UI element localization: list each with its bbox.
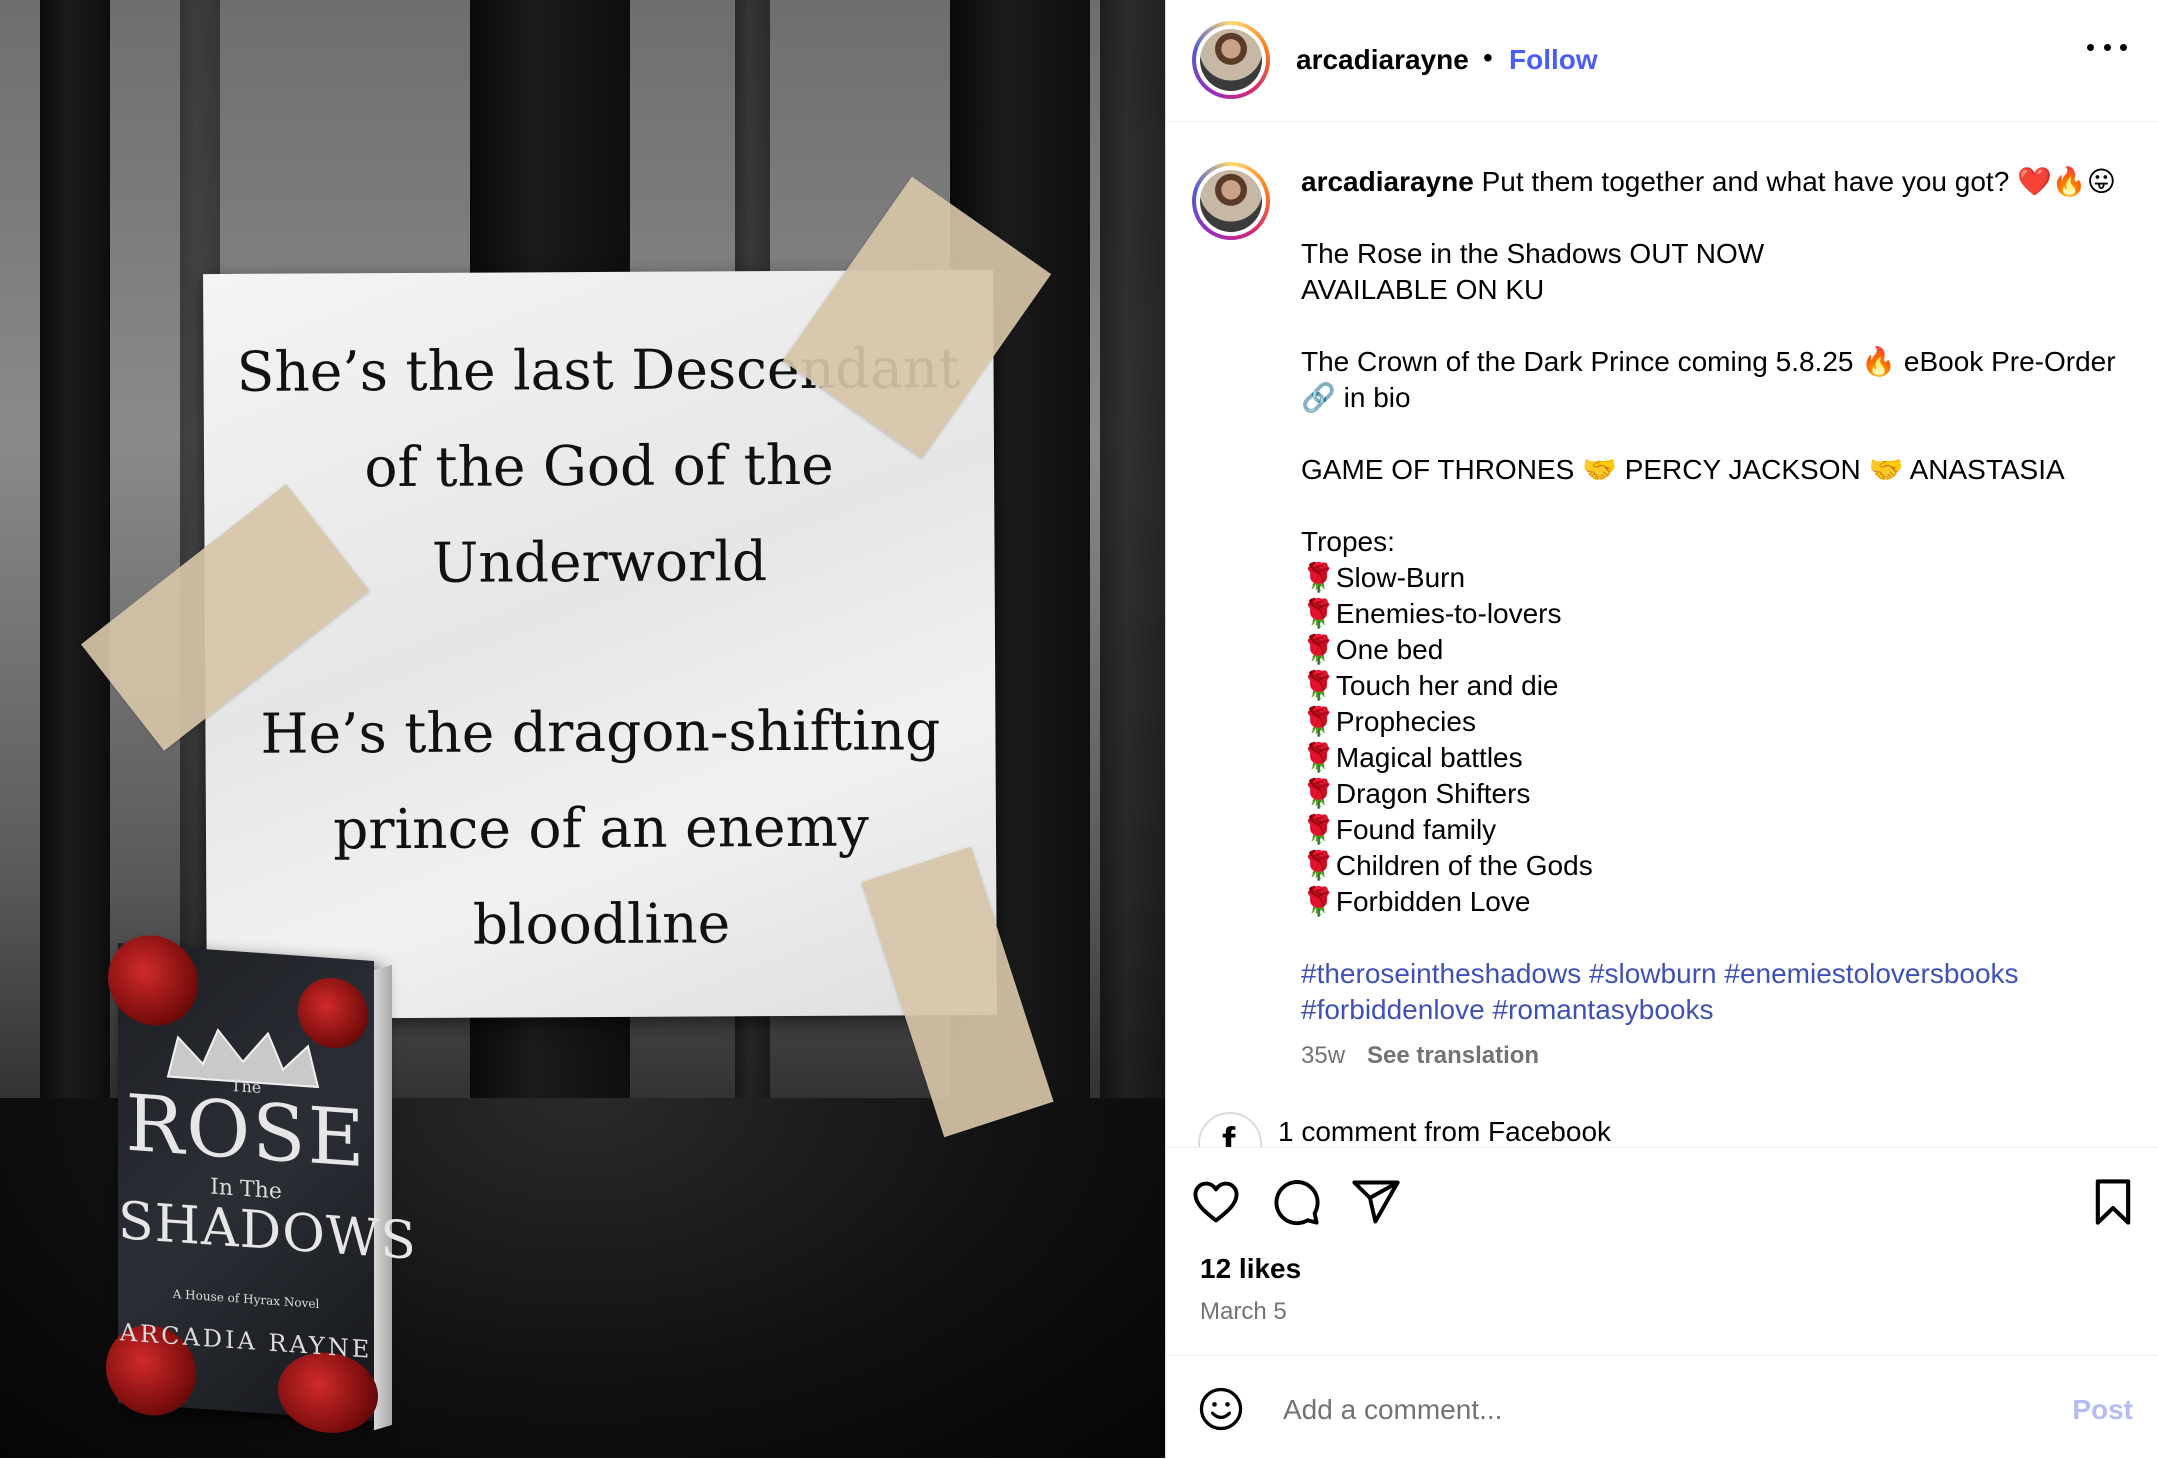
- facebook-comment-text[interactable]: 1 comment from Facebook: [1278, 1116, 1611, 1147]
- emoji-icon[interactable]: [1198, 1386, 1244, 1432]
- trope-item: 🌹Children of the Gods: [1301, 848, 2131, 884]
- rose-icon: 🌹: [1301, 634, 1336, 665]
- tropes-list: 🌹Slow-Burn 🌹Enemies-to-lovers 🌹One bed 🌹Tou…: [1301, 560, 2131, 920]
- follow-button[interactable]: Follow: [1509, 44, 1598, 76]
- trope-label: Touch her and die: [1335, 670, 1559, 701]
- header-username[interactable]: arcadiarayne: [1296, 44, 1469, 76]
- bookmark-icon[interactable]: [2087, 1176, 2139, 1228]
- trope-item: 🌹Magical battles: [1301, 740, 2131, 776]
- trope-item: 🌹Found family: [1301, 812, 2131, 848]
- caption-meta: 35w See translation: [1301, 1038, 2131, 1074]
- trope-item: 🌹One bed: [1301, 632, 2131, 668]
- tropes-label: Tropes:: [1301, 526, 1395, 557]
- rose-icon: 🌹: [1301, 706, 1336, 737]
- rose-icon: 🌹: [1301, 742, 1336, 773]
- book-cover: The ROSE In The SHADOWS A House of Hyrax…: [106, 932, 417, 1437]
- tree-trunk: [40, 0, 110, 1200]
- share-icon[interactable]: [1350, 1176, 1402, 1228]
- caption-first-line: Put them together and what have you got?…: [1481, 166, 2116, 197]
- rose-icon: 🌹: [1301, 562, 1336, 593]
- comment-icon[interactable]: [1270, 1176, 1322, 1228]
- post-header: arcadiarayne • Follow: [1166, 0, 2158, 122]
- trope-item: 🌹Dragon Shifters: [1301, 776, 2131, 812]
- likes-count[interactable]: 12 likes: [1200, 1253, 1301, 1285]
- trope-label: Enemies-to-lovers: [1335, 598, 1562, 629]
- avatar[interactable]: [1192, 21, 1270, 99]
- trope-label: Dragon Shifters: [1335, 778, 1531, 809]
- facebook-comment-row[interactable]: 1 comment from Facebook: [1198, 1112, 1998, 1147]
- header-separator: •: [1483, 42, 1493, 73]
- post-actions: [1166, 1147, 2158, 1258]
- avatar-photo: [1200, 29, 1262, 91]
- avatar-photo: [1200, 170, 1262, 232]
- rose-icon: 🌹: [1301, 814, 1336, 845]
- rose-icon: 🌹: [1301, 670, 1336, 701]
- book-pages: [374, 964, 392, 1431]
- caption-release-line: AVAILABLE ON KU: [1301, 274, 1545, 305]
- caption-comparison-line: GAME OF THRONES 🤝 PERCY JACKSON 🤝 ANASTA…: [1301, 454, 2065, 485]
- hashtags[interactable]: #theroseintheshadows #slowburn #enemiest…: [1301, 956, 2131, 1028]
- heart-icon[interactable]: [1190, 1176, 1242, 1228]
- more-options-icon[interactable]: [2087, 44, 2127, 56]
- caption-preorder-line: The Crown of the Dark Prince coming 5.8.…: [1301, 346, 2116, 413]
- book-subtitle: A House of Hyrax Novel: [172, 1286, 320, 1312]
- trope-item: 🌹Prophecies: [1301, 704, 2131, 740]
- trope-item: 🌹Touch her and die: [1301, 668, 2131, 704]
- caption-scroll-area[interactable]: arcadiarayne Put them together and what …: [1166, 122, 2158, 1147]
- avatar-border: [1196, 166, 1266, 236]
- post-caption: arcadiarayne Put them together and what …: [1301, 164, 2131, 1074]
- rose-icon: 🌹: [1301, 598, 1336, 629]
- rose-decoration: [108, 932, 198, 1029]
- comment-bar: Post: [1166, 1355, 2158, 1459]
- caption-username[interactable]: arcadiarayne: [1301, 166, 1474, 197]
- post-age: 35w: [1301, 1042, 1346, 1069]
- rose-icon: 🌹: [1301, 778, 1336, 809]
- trope-label: One bed: [1335, 634, 1444, 665]
- trope-label: Slow-Burn: [1335, 562, 1466, 593]
- rose-icon: 🌹: [1301, 886, 1336, 917]
- trope-item: 🌹Slow-Burn: [1301, 560, 2131, 596]
- trope-item: 🌹Forbidden Love: [1301, 884, 2131, 920]
- trope-label: Children of the Gods: [1335, 850, 1593, 881]
- trope-label: Prophecies: [1335, 706, 1476, 737]
- comment-input[interactable]: [1281, 1386, 1985, 1434]
- post-image[interactable]: She’s the last Descendant of the God of …: [0, 0, 1165, 1458]
- post-comment-button[interactable]: Post: [2072, 1394, 2133, 1426]
- facebook-icon: [1198, 1112, 1262, 1147]
- rose-icon: 🌹: [1301, 850, 1336, 881]
- avatar-border: [1196, 25, 1266, 95]
- post-side-panel: arcadiarayne • Follow arcadiarayne Put t…: [1165, 0, 2158, 1458]
- caption-release-line: The Rose in the Shadows OUT NOW: [1301, 238, 1765, 269]
- caption-avatar[interactable]: [1192, 162, 1270, 240]
- trope-label: Forbidden Love: [1335, 886, 1531, 917]
- trope-label: Found family: [1335, 814, 1497, 845]
- trope-item: 🌹Enemies-to-lovers: [1301, 596, 2131, 632]
- trope-label: Magical battles: [1335, 742, 1523, 773]
- post-date[interactable]: March 5: [1200, 1298, 1287, 1326]
- see-translation-link[interactable]: See translation: [1367, 1042, 1539, 1069]
